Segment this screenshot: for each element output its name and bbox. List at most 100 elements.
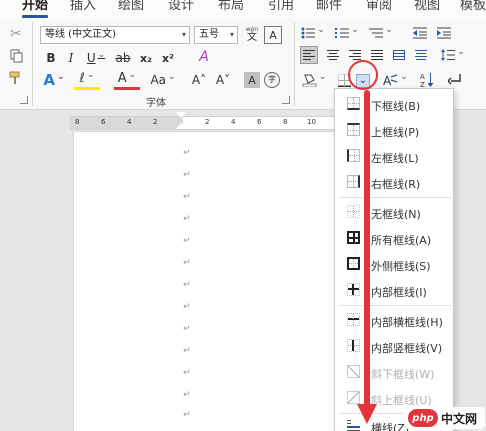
paragraph-mark: ↵ xyxy=(183,148,191,158)
menu-item-label: 内部竖框线(V) xyxy=(371,342,443,355)
annotation-arrow-head xyxy=(357,404,377,424)
decrease-indent-icon[interactable] xyxy=(412,24,428,42)
first-indent-marker[interactable] xyxy=(176,112,186,118)
format-painter-icon[interactable] xyxy=(8,70,24,86)
ruler-tick-label: 2 xyxy=(205,118,210,126)
no-border-icon xyxy=(347,205,360,218)
menu-item-inside-borders[interactable]: 内部框线(I) xyxy=(335,277,453,303)
paragraph-mark: ↵ xyxy=(183,346,191,356)
borders-menu: 下框线(B) 上框线(P) 左框线(L) 右框线(R) 无框线(N) 所有框线(… xyxy=(334,88,454,431)
underline-button[interactable]: U xyxy=(84,50,108,66)
tab-insert[interactable]: 插入 xyxy=(70,0,96,13)
horizontal-ruler[interactable]: 8 6 4 2 2 4 6 8 10 xyxy=(70,112,360,130)
font-size-select[interactable]: 五号 ▾ xyxy=(194,26,238,44)
menu-item-label: 右框线(R) xyxy=(371,178,421,191)
menu-item-label: 内部横框线(H) xyxy=(371,316,443,329)
menu-item-top-border[interactable]: 上框线(P) xyxy=(335,117,453,143)
tab-view[interactable]: 视图 xyxy=(414,0,440,13)
diagonal-down-border-icon xyxy=(347,365,360,378)
paragraph-mark: ↵ xyxy=(183,170,191,180)
ruler-tick-label: 4 xyxy=(127,118,132,126)
asian-layout-button[interactable]: A xyxy=(380,70,410,90)
inside-horizontal-border-icon xyxy=(347,313,360,326)
tab-references[interactable]: 引用 xyxy=(268,0,294,13)
phonetic-guide-button[interactable]: wén 文 xyxy=(242,24,262,46)
shrink-font-button[interactable]: A˅ xyxy=(214,70,232,90)
menu-item-label: 斜上框线(U) xyxy=(371,394,432,407)
copy-icon[interactable] xyxy=(8,48,24,64)
increase-indent-icon[interactable] xyxy=(436,24,452,42)
ruler-tick-label: 10 xyxy=(307,118,316,126)
paragraph-mark: ↵ xyxy=(183,236,191,246)
char-border-button[interactable]: A xyxy=(264,26,282,44)
tab-draw[interactable]: 绘图 xyxy=(118,0,144,13)
menu-item-left-border[interactable]: 左框线(L) xyxy=(335,143,453,169)
line-spacing-button[interactable] xyxy=(440,46,466,64)
clipboard-launcher[interactable] xyxy=(20,96,28,104)
paragraph-mark: ↵ xyxy=(183,324,191,334)
italic-button[interactable]: I xyxy=(64,50,78,66)
right-border-icon xyxy=(347,175,360,188)
numbering-button[interactable] xyxy=(334,24,360,42)
thai-distribute-button[interactable] xyxy=(412,46,430,64)
chevron-down-icon: ▾ xyxy=(229,30,234,39)
char-shading-button[interactable]: A xyxy=(244,72,260,88)
phonetic-char: 文 xyxy=(247,32,257,43)
menu-item-right-border[interactable]: 右框线(R) xyxy=(335,169,453,195)
superscript-button[interactable]: x² xyxy=(160,50,176,66)
highlight-button[interactable]: ℓ xyxy=(74,70,100,90)
sort-icon[interactable]: AZ xyxy=(418,70,436,90)
ruler-tick-label: 8 xyxy=(75,118,80,126)
top-border-icon xyxy=(347,123,360,136)
menu-item-label: 斜下框线(W) xyxy=(371,368,435,381)
multilevel-list-button[interactable] xyxy=(368,24,394,42)
inside-vertical-border-icon xyxy=(347,339,360,352)
font-launcher[interactable] xyxy=(282,96,290,104)
text-effects-button[interactable]: A xyxy=(40,70,68,90)
align-left-button[interactable] xyxy=(300,46,318,64)
tab-review[interactable]: 审阅 xyxy=(366,0,392,13)
strikethrough-button[interactable]: ab xyxy=(114,50,132,66)
highlight-circle xyxy=(348,60,378,90)
show-marks-icon[interactable] xyxy=(446,70,464,90)
inside-borders-icon xyxy=(347,283,360,296)
divider xyxy=(294,22,295,106)
distributed-button[interactable] xyxy=(390,46,408,64)
shading-button[interactable] xyxy=(300,70,328,90)
tab-mailings[interactable]: 邮件 xyxy=(316,0,342,13)
grow-font-button[interactable]: A˄ xyxy=(190,70,208,90)
menu-item-inside-vertical[interactable]: 内部竖框线(V) xyxy=(335,333,453,359)
diagonal-up-border-icon xyxy=(347,391,360,404)
outside-borders-icon xyxy=(347,257,360,270)
change-case-button[interactable]: Aa xyxy=(148,70,178,90)
enclose-char-button[interactable]: 字 xyxy=(264,72,280,88)
tab-home[interactable]: 开始 xyxy=(22,0,48,13)
bullets-button[interactable] xyxy=(300,24,326,42)
font-color-button[interactable]: A xyxy=(114,70,140,90)
paragraph-mark: ↵ xyxy=(183,368,191,378)
bold-button[interactable]: B xyxy=(44,50,58,66)
menu-item-bottom-border[interactable]: 下框线(B) xyxy=(335,91,453,117)
tab-design[interactable]: 设计 xyxy=(168,0,194,13)
menu-item-outside-borders[interactable]: 外侧框线(S) xyxy=(335,251,453,277)
menu-item-label: 所有框线(A) xyxy=(371,234,432,247)
cut-icon[interactable]: ✂ xyxy=(8,26,24,42)
menu-item-diagonal-down[interactable]: 斜下框线(W) xyxy=(335,359,453,385)
menu-item-label: 上框线(P) xyxy=(371,126,420,139)
subscript-button[interactable]: x₂ xyxy=(138,50,154,66)
paragraph-mark: ↵ xyxy=(183,390,191,400)
menu-item-inside-horizontal[interactable]: 内部横框线(H) xyxy=(335,307,453,333)
align-center-button[interactable] xyxy=(324,46,342,64)
tab-template[interactable]: 模板 xyxy=(460,0,486,13)
document-page[interactable] xyxy=(74,132,364,431)
menu-item-all-borders[interactable]: 所有框线(A) xyxy=(335,225,453,251)
font-name-select[interactable]: 等线 (中文正文) ▾ xyxy=(40,26,190,44)
clear-formatting-button[interactable]: A xyxy=(196,48,212,66)
svg-text:A: A xyxy=(383,74,392,87)
tab-layout[interactable]: 布局 xyxy=(218,0,244,13)
hanging-indent-marker[interactable] xyxy=(176,123,186,129)
menu-item-no-border[interactable]: 无框线(N) xyxy=(335,199,453,225)
font-name-value: 等线 (中文正文) xyxy=(45,29,116,40)
paragraph-mark: ↵ xyxy=(183,410,191,420)
watermark-text: 中文网 xyxy=(441,411,478,426)
